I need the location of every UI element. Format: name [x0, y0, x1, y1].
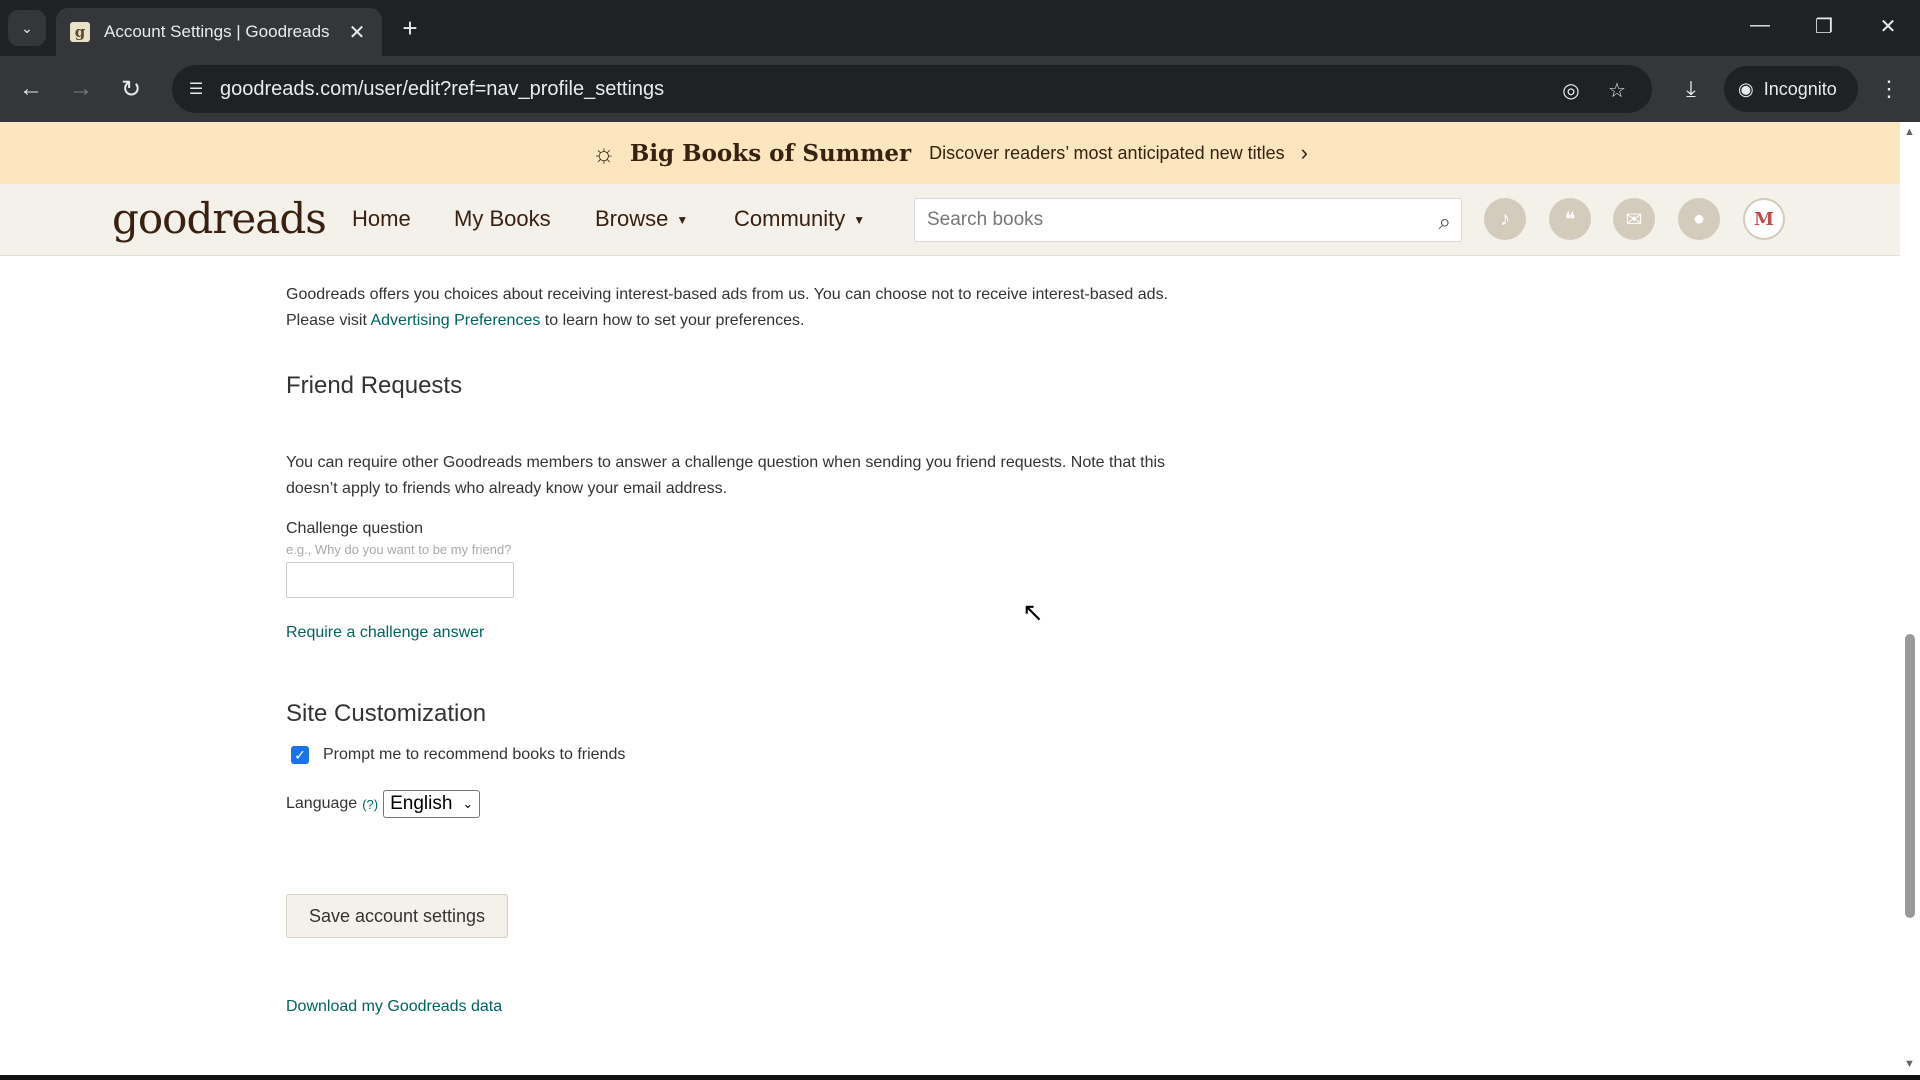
- search-input[interactable]: [915, 199, 1405, 241]
- ads-text-after: to learn how to set your preferences.: [540, 312, 805, 329]
- browser-toolbar: ← → ↻ ☰ goodreads.com/user/edit?ref=nav_…: [0, 56, 1920, 122]
- advertising-preferences-link[interactable]: Advertising Preferences: [370, 312, 540, 329]
- page-viewport: ☼ Big Books of Summer Discover readers’ …: [0, 122, 1900, 1075]
- promo-banner[interactable]: ☼ Big Books of Summer Discover readers’ …: [0, 122, 1900, 184]
- nav-community[interactable]: Community ▼: [734, 206, 865, 232]
- language-select[interactable]: English ⌄: [383, 790, 481, 818]
- bottom-edge: [0, 1075, 1920, 1080]
- site-header: goodreads Home My Books Browse ▼ Communit…: [0, 184, 1900, 256]
- challenge-question-input[interactable]: [286, 562, 514, 598]
- goodreads-favicon-icon: g: [70, 22, 90, 42]
- caret-down-icon: ▼: [676, 213, 689, 228]
- friend-requests-description: You can require other Goodreads members …: [286, 454, 1166, 497]
- sun-books-icon: ☼: [592, 137, 616, 168]
- nav-community-label: Community: [734, 206, 846, 231]
- avatar[interactable]: M: [1743, 198, 1785, 240]
- bell-icon[interactable]: ♪: [1484, 198, 1526, 240]
- nav-my-books[interactable]: My Books: [454, 206, 551, 232]
- challenge-question-hint: e.g., Why do you want to be my friend?: [286, 542, 512, 557]
- language-help-link[interactable]: (?): [362, 797, 378, 812]
- back-icon[interactable]: ←: [14, 72, 48, 106]
- nav-browse-label: Browse: [595, 206, 669, 231]
- reload-icon[interactable]: ↻: [114, 72, 148, 106]
- promo-text: Discover readers’ most anticipated new t…: [929, 142, 1285, 163]
- ads-paragraph: Goodreads offers you choices about recei…: [286, 282, 1186, 334]
- challenge-question-label: Challenge question: [286, 520, 423, 537]
- incognito-icon: ◉: [1738, 78, 1754, 99]
- menu-icon[interactable]: ⋮: [1874, 72, 1904, 106]
- search-box: ⌕: [914, 198, 1462, 242]
- new-tab-icon[interactable]: +: [396, 14, 424, 42]
- minimize-icon[interactable]: —: [1740, 14, 1780, 37]
- search-icon[interactable]: ⌕: [1439, 209, 1451, 235]
- download-data-link[interactable]: Download my Goodreads data: [286, 998, 502, 1016]
- mouse-cursor-icon: ↖: [1022, 597, 1044, 627]
- active-tab[interactable]: g Account Settings | Goodreads ✕: [56, 8, 382, 56]
- incognito-badge[interactable]: ◉ Incognito: [1724, 66, 1858, 112]
- address-bar[interactable]: ☰ goodreads.com/user/edit?ref=nav_profil…: [172, 65, 1652, 113]
- window-close-icon[interactable]: ✕: [1868, 14, 1908, 39]
- incognito-label: Incognito: [1763, 78, 1837, 99]
- download-icon[interactable]: ⤓: [1674, 72, 1708, 106]
- tab-search-icon[interactable]: ⌄: [8, 10, 46, 46]
- page-scrollbar[interactable]: ▲ ▼: [1900, 122, 1920, 1075]
- chevron-down-icon: ⌄: [462, 796, 474, 811]
- nav-browse[interactable]: Browse ▼: [595, 206, 688, 232]
- browser-tab-strip: ⌄ g Account Settings | Goodreads ✕ + — ❐…: [0, 0, 1920, 56]
- url-text[interactable]: goodreads.com/user/edit?ref=nav_profile_…: [220, 78, 664, 101]
- site-info-icon[interactable]: ☰: [184, 77, 208, 101]
- goodreads-logo[interactable]: goodreads: [112, 194, 327, 243]
- require-challenge-link[interactable]: Require a challenge answer: [286, 624, 484, 642]
- scroll-up-icon[interactable]: ▲: [1904, 126, 1915, 138]
- tab-title: Account Settings | Goodreads: [104, 22, 330, 41]
- caret-down-icon: ▼: [853, 213, 866, 228]
- forward-icon[interactable]: →: [64, 72, 98, 106]
- restore-icon[interactable]: ❐: [1804, 14, 1844, 39]
- chat-bubble-icon[interactable]: ❝: [1549, 198, 1591, 240]
- recommend-label: Prompt me to recommend books to friends: [323, 746, 626, 763]
- envelope-icon[interactable]: ✉: [1613, 198, 1655, 240]
- scroll-thumb[interactable]: [1905, 634, 1915, 918]
- star-icon[interactable]: ☆: [1604, 77, 1630, 103]
- recommend-checkbox[interactable]: ✓: [291, 746, 309, 764]
- promo-title: Big Books of Summer: [629, 139, 912, 167]
- site-customization-heading: Site Customization: [286, 700, 487, 727]
- language-select-value: English: [390, 793, 453, 814]
- language-row: Language (?) English ⌄: [286, 790, 481, 818]
- scroll-down-icon[interactable]: ▼: [1904, 1058, 1915, 1070]
- friend-requests-heading: Friend Requests: [286, 372, 463, 399]
- person-icon[interactable]: ●: [1678, 198, 1720, 240]
- language-label: Language: [286, 795, 358, 812]
- close-tab-icon[interactable]: ✕: [346, 20, 368, 45]
- recommend-checkbox-row: ✓ Prompt me to recommend books to friend…: [291, 746, 625, 764]
- save-account-settings-button[interactable]: Save account settings: [286, 894, 508, 938]
- chevron-right-icon: ›: [1300, 140, 1308, 165]
- eye-slash-icon[interactable]: ◎: [1558, 77, 1584, 103]
- nav-home[interactable]: Home: [352, 206, 411, 232]
